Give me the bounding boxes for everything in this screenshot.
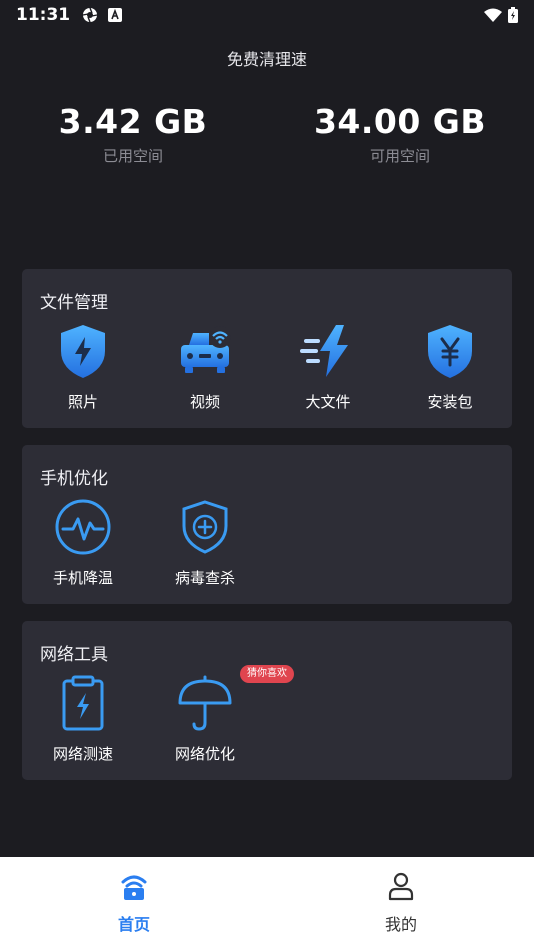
tile-speed-test[interactable]: 网络测速 <box>28 673 138 773</box>
a-badge-icon <box>108 8 123 22</box>
used-space-label: 已用空间 <box>102 147 163 165</box>
used-space: 3.42 GB 已用空间 <box>33 102 233 166</box>
car-wifi-icon <box>181 326 231 373</box>
tile-videos-label: 视频 <box>189 393 220 411</box>
file-management-card: 文件管理 照片 视频 大文件 安装包 <box>22 269 512 428</box>
shield-bolt-icon <box>61 325 105 378</box>
pulse-circle-icon <box>55 499 111 555</box>
person-icon <box>388 872 414 901</box>
nav-mine[interactable]: 我的 <box>326 871 476 935</box>
free-space: 34.00 GB 可用空间 <box>300 102 500 166</box>
card-title-network: 网络工具 <box>40 645 108 665</box>
tile-network-optimize[interactable]: 网络优化 <box>150 673 260 773</box>
battery-charging-icon <box>508 7 518 23</box>
tile-large-files[interactable]: 大文件 <box>273 321 383 421</box>
tile-cooling[interactable]: 手机降温 <box>28 497 138 597</box>
clipboard-bolt-icon <box>62 675 104 731</box>
shield-yen-icon <box>428 325 472 378</box>
tile-antivirus[interactable]: 病毒查杀 <box>150 497 260 597</box>
tile-videos[interactable]: 视频 <box>150 321 260 421</box>
tile-packages[interactable]: 安装包 <box>395 321 505 421</box>
card-title-files: 文件管理 <box>40 293 108 313</box>
nav-home[interactable]: 首页 <box>59 871 209 935</box>
used-space-value: 3.42 GB <box>58 102 208 141</box>
tile-large-files-label: 大文件 <box>305 393 351 411</box>
card-title-phone: 手机优化 <box>40 469 108 489</box>
tile-network-optimize-label: 网络优化 <box>174 745 235 763</box>
wifi-icon <box>484 8 502 22</box>
shield-plus-icon <box>182 500 228 554</box>
tile-packages-label: 安装包 <box>427 393 473 411</box>
tile-antivirus-label: 病毒查杀 <box>174 569 235 587</box>
nav-home-label: 首页 <box>117 915 150 934</box>
tile-photos[interactable]: 照片 <box>28 321 138 421</box>
status-time: 11:31 <box>16 5 71 25</box>
recommend-badge: 猜你喜欢 <box>240 665 294 683</box>
tile-photos-label: 照片 <box>67 393 98 411</box>
free-space-value: 34.00 GB <box>313 102 487 141</box>
fast-bolt-icon <box>300 325 348 377</box>
umbrella-icon <box>178 675 232 731</box>
aperture-icon <box>82 7 98 23</box>
page-title: 免费清理速 <box>226 50 307 69</box>
tile-speed-test-label: 网络测速 <box>52 745 113 763</box>
phone-optimize-card: 手机优化 手机降温 病毒查杀 <box>22 445 512 604</box>
status-bar: 11:31 <box>0 0 534 30</box>
storage-summary: 3.42 GB 已用空间 34.00 GB 可用空间 <box>0 102 534 172</box>
nav-mine-label: 我的 <box>384 915 417 934</box>
tile-cooling-label: 手机降温 <box>52 569 113 587</box>
free-space-label: 可用空间 <box>369 147 430 165</box>
wifi-home-icon <box>121 875 147 900</box>
network-tools-card: 网络工具 网络测速 网络优化 猜你喜欢 <box>22 621 512 780</box>
bottom-nav: 首页 我的 <box>0 857 534 950</box>
